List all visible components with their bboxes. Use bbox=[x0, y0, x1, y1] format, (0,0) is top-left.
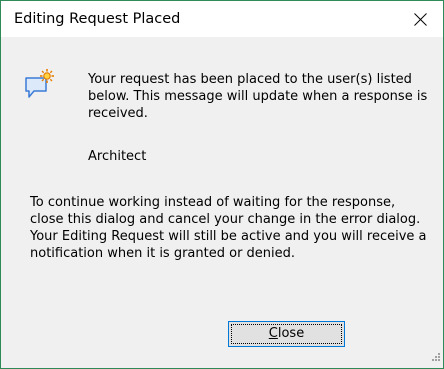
speech-bubble-star-icon bbox=[24, 69, 64, 107]
close-button-label: Close bbox=[229, 326, 344, 341]
info-message: To continue working instead of waiting f… bbox=[30, 195, 427, 261]
dialog-title: Editing Request Placed bbox=[14, 11, 181, 27]
close-icon bbox=[414, 13, 427, 26]
dialog-window: Editing Request Placed Your request has … bbox=[0, 0, 444, 369]
close-button[interactable]: Close bbox=[228, 321, 345, 347]
resize-grip-icon[interactable] bbox=[431, 347, 441, 366]
request-message: Your request has been placed to the user… bbox=[88, 72, 428, 121]
close-mnemonic: C bbox=[268, 326, 278, 341]
close-window-button[interactable] bbox=[397, 1, 443, 37]
close-label-rest: lose bbox=[277, 326, 305, 341]
user-list-item: Architect bbox=[88, 149, 147, 164]
title-bar[interactable]: Editing Request Placed bbox=[1, 1, 443, 37]
